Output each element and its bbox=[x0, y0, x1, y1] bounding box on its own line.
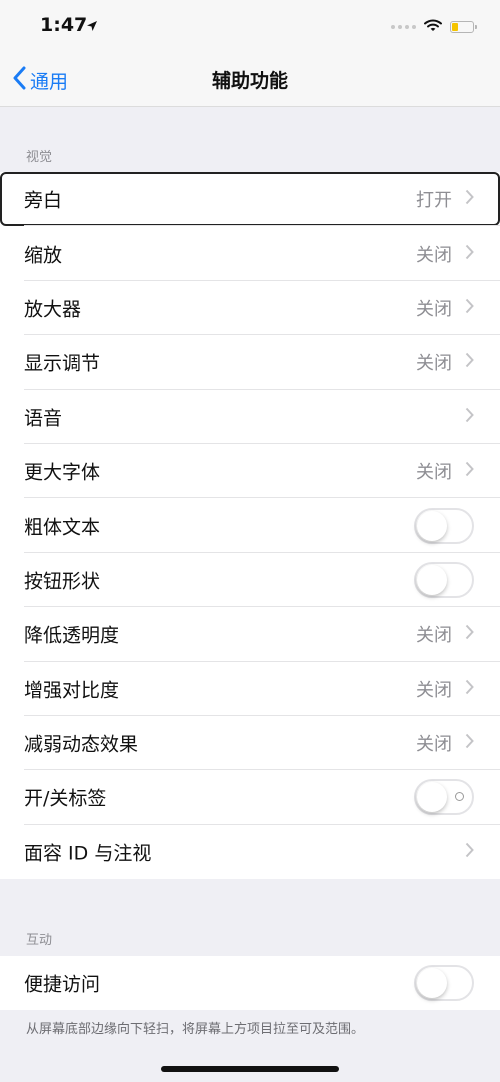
chevron-right-icon bbox=[465, 624, 474, 644]
row-increase-contrast[interactable]: 增强对比度 关闭 bbox=[0, 662, 500, 717]
row-label: 更大字体 bbox=[24, 461, 101, 484]
vision-settings-list: 旁白 打开 缩放 关闭 放大器 关闭 显示调节 关闭 语音 更大字体 关闭 粗体… bbox=[0, 172, 500, 880]
chevron-right-icon bbox=[465, 352, 474, 372]
row-magnifier[interactable]: 放大器 关闭 bbox=[0, 281, 500, 336]
location-arrow-icon bbox=[86, 17, 98, 36]
row-bold-text: 粗体文本 bbox=[0, 498, 500, 554]
row-value: 打开 bbox=[416, 190, 452, 212]
chevron-right-icon bbox=[465, 244, 474, 264]
signal-icon bbox=[391, 24, 416, 29]
row-label: 面容 ID 与注视 bbox=[24, 842, 152, 865]
row-label: 开/关标签 bbox=[24, 787, 107, 810]
on-off-labels-toggle[interactable] bbox=[414, 779, 474, 816]
row-value: 关闭 bbox=[416, 679, 452, 701]
row-larger-text[interactable]: 更大字体 关闭 bbox=[0, 444, 500, 499]
page-title: 辅助功能 bbox=[211, 70, 288, 92]
row-speech[interactable]: 语音 bbox=[0, 390, 500, 445]
row-reduce-motion[interactable]: 减弱动态效果 关闭 bbox=[0, 716, 500, 771]
row-reduce-transparency[interactable]: 降低透明度 关闭 bbox=[0, 607, 500, 662]
row-label: 显示调节 bbox=[24, 352, 101, 375]
row-label: 按钮形状 bbox=[24, 570, 101, 593]
status-bar: 1:47 bbox=[0, 0, 500, 54]
chevron-right-icon bbox=[465, 679, 474, 699]
reachability-footer-note: 从屏幕底部边缘向下轻扫，将屏幕上方项目拉至可及范围。 bbox=[26, 1022, 365, 1037]
navigation-bar: 通用 辅助功能 bbox=[0, 54, 500, 107]
bold-text-toggle[interactable] bbox=[414, 507, 474, 544]
row-face-id-attention[interactable]: 面容 ID 与注视 bbox=[0, 825, 500, 879]
row-reachability: 便捷访问 bbox=[0, 956, 500, 1010]
row-label: 缩放 bbox=[24, 244, 63, 267]
row-value: 关闭 bbox=[416, 625, 452, 647]
chevron-right-icon bbox=[465, 189, 474, 209]
chevron-right-icon bbox=[465, 733, 474, 753]
battery-icon bbox=[450, 20, 477, 33]
row-label: 降低透明度 bbox=[24, 624, 120, 647]
status-indicators bbox=[391, 17, 477, 36]
chevron-right-icon bbox=[465, 461, 474, 481]
status-time: 1:47 bbox=[40, 14, 88, 36]
chevron-right-icon bbox=[465, 407, 474, 427]
row-button-shapes: 按钮形状 bbox=[0, 553, 500, 608]
row-voiceover[interactable]: 旁白 打开 bbox=[0, 172, 500, 227]
row-display-accommodations[interactable]: 显示调节 关闭 bbox=[0, 335, 500, 390]
chevron-right-icon bbox=[465, 842, 474, 862]
home-indicator[interactable] bbox=[161, 1066, 339, 1072]
row-label: 增强对比度 bbox=[24, 679, 120, 702]
wifi-icon bbox=[424, 17, 442, 36]
row-value: 关闭 bbox=[416, 462, 452, 484]
row-value: 关闭 bbox=[416, 244, 452, 266]
section-header-interaction: 互动 bbox=[26, 933, 53, 948]
row-label: 语音 bbox=[24, 407, 63, 430]
row-label: 减弱动态效果 bbox=[24, 733, 139, 756]
row-label: 粗体文本 bbox=[24, 516, 101, 539]
section-header-vision: 视觉 bbox=[26, 150, 53, 165]
row-value: 关闭 bbox=[416, 298, 452, 320]
row-on-off-labels: 开/关标签 bbox=[0, 770, 500, 826]
button-shapes-toggle[interactable] bbox=[414, 561, 474, 598]
row-label: 放大器 bbox=[24, 298, 82, 321]
reachability-toggle[interactable] bbox=[414, 965, 474, 1002]
chevron-right-icon bbox=[465, 298, 474, 318]
row-zoom[interactable]: 缩放 关闭 bbox=[0, 226, 500, 282]
interaction-settings-list: 便捷访问 bbox=[0, 956, 500, 1011]
row-label: 便捷访问 bbox=[24, 973, 101, 996]
row-value: 关闭 bbox=[416, 734, 452, 756]
row-label: 旁白 bbox=[24, 189, 63, 212]
row-value: 关闭 bbox=[416, 353, 452, 375]
off-label-icon bbox=[455, 792, 464, 802]
